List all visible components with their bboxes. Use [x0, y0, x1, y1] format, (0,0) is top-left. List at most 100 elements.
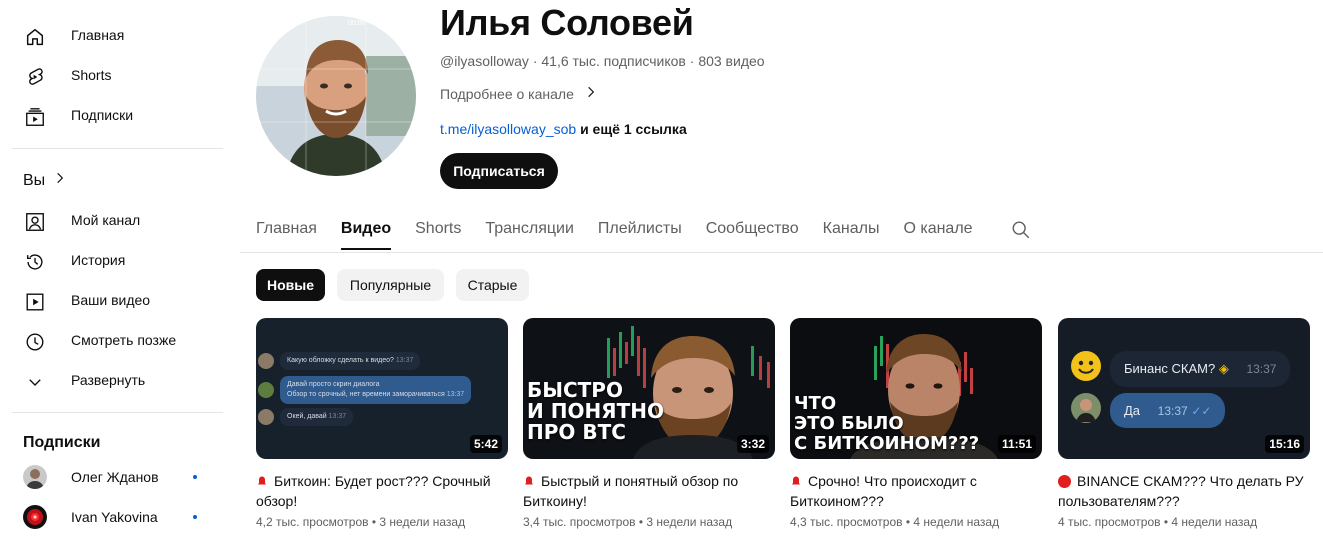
- subscription-label: Ivan Yakovina: [71, 509, 158, 525]
- video-title[interactable]: Срочно! Что происходит с Биткоином???: [790, 471, 1042, 511]
- sidebar-item-label: Смотреть позже: [71, 332, 177, 348]
- sidebar-item-history[interactable]: История: [12, 240, 223, 280]
- subscriptions-icon: [23, 105, 47, 129]
- thumbnail-caption: БЫСТРО И ПОНЯТНО ПРО BTC: [527, 378, 664, 444]
- chip-newest[interactable]: Новые: [256, 269, 325, 301]
- sidebar-item-your-channel[interactable]: Мой канал: [12, 200, 223, 240]
- avatar: [258, 353, 274, 369]
- chip-popular[interactable]: Популярные: [337, 269, 444, 301]
- video-card[interactable]: Какую обложку сделать к видео? 13:37 Дав…: [256, 318, 508, 529]
- channel-meta: @ilyasolloway · 41,6 тыс. подписчиков · …: [440, 53, 765, 69]
- sidebar-item-label: Shorts: [71, 67, 112, 83]
- history-icon: [23, 250, 47, 274]
- sidebar-item-label: История: [71, 252, 126, 268]
- tab-live[interactable]: Трансляции: [485, 210, 574, 250]
- thumbnail-caption: ЧТО ЭТО БЫЛО С БИТКОИНОМ???: [794, 393, 980, 454]
- chevron-down-icon: [23, 370, 47, 394]
- avatar: [23, 465, 47, 489]
- sidebar-item-expand[interactable]: Развернуть: [12, 360, 223, 400]
- smiley-icon: [1070, 350, 1102, 387]
- tab-shorts[interactable]: Shorts: [415, 210, 461, 250]
- subscription-label: Олег Жданов: [71, 469, 159, 485]
- shorts-icon: [23, 65, 47, 89]
- you-header-label: Вы: [23, 171, 46, 189]
- alarm-icon: [790, 472, 802, 485]
- avatar: [23, 505, 47, 529]
- alarm-icon: [523, 472, 535, 485]
- chevron-right-icon: [53, 171, 67, 190]
- video-duration: 5:42: [469, 435, 502, 453]
- video-duration: 15:16: [1265, 435, 1304, 453]
- sidebar-divider: [12, 412, 223, 413]
- video-thumbnail[interactable]: Какую обложку сделать к видео? 13:37 Дав…: [256, 318, 508, 459]
- search-icon[interactable]: [1010, 219, 1034, 243]
- video-duration: 11:51: [997, 435, 1036, 453]
- subscription-item[interactable]: Ivan Yakovina: [12, 497, 223, 537]
- video-count: 803 видео: [698, 53, 765, 69]
- subscriptions-section-header: Подписки: [23, 434, 100, 452]
- tab-community[interactable]: Сообщество: [706, 210, 799, 250]
- more-links-link[interactable]: и ещё 1 ссылка: [580, 121, 687, 137]
- watch-later-icon: [23, 330, 47, 354]
- red-circle-icon: [1058, 475, 1071, 488]
- chat-bubble: Да 13:37 ✓✓: [1110, 393, 1226, 428]
- video-meta: 4 тыс. просмотров • 4 недели назад: [1058, 515, 1258, 529]
- sidebar-item-label: Развернуть: [71, 372, 146, 388]
- tab-videos[interactable]: Видео: [340, 210, 392, 250]
- channel-links: t.me/ilyasolloway_sob и ещё 1 ссылка: [440, 121, 687, 137]
- sidebar-item-label: Ваши видео: [71, 292, 151, 308]
- sidebar-item-watch-later[interactable]: Смотреть позже: [12, 320, 223, 360]
- subscriber-count: 41,6 тыс. подписчиков: [541, 53, 686, 69]
- avatar: [258, 409, 274, 425]
- video-thumbnail[interactable]: БЫСТРО И ПОНЯТНО ПРО BTC 3:32: [523, 318, 775, 459]
- tabs-divider: [240, 252, 1323, 253]
- chat-bubble: Бинанс СКАМ? ◈ 13:37: [1110, 350, 1291, 387]
- you-section-header[interactable]: Вы: [23, 171, 67, 190]
- your-channel-icon: [23, 210, 47, 234]
- video-meta: 4,3 тыс. просмотров • 4 недели назад: [790, 515, 1000, 529]
- alarm-icon: [256, 472, 268, 485]
- more-about-channel-link[interactable]: Подробнее о канале: [440, 85, 598, 102]
- sidebar-item-your-videos[interactable]: Ваши видео: [12, 280, 223, 320]
- video-meta: 3,4 тыс. просмотров • 3 недели назад: [523, 515, 733, 529]
- video-card[interactable]: ЧТО ЭТО БЫЛО С БИТКОИНОМ??? 11:51 Срочно…: [790, 318, 1042, 529]
- sidebar-item-label: Подписки: [71, 107, 134, 123]
- channel-tabs: Главная Видео Shorts Трансляции Плейлист…: [256, 210, 997, 250]
- tab-about[interactable]: О канале: [903, 210, 972, 250]
- video-card[interactable]: БЫСТРО И ПОНЯТНО ПРО BTC 3:32 Быстрый и …: [523, 318, 775, 529]
- subscribe-button[interactable]: Подписаться: [440, 153, 558, 189]
- sidebar-item-label: Главная: [71, 27, 125, 43]
- subscription-item[interactable]: Олег Жданов: [12, 457, 223, 497]
- more-about-label: Подробнее о канале: [440, 85, 574, 102]
- chat-bubble: Какую обложку сделать к видео? 13:37: [280, 352, 421, 370]
- sidebar-item-home[interactable]: Главная: [12, 15, 223, 55]
- chat-bubble: Окей, давай 13:37: [280, 408, 354, 426]
- home-icon: [23, 25, 47, 49]
- channel-name: Илья Соловей: [440, 2, 694, 43]
- video-title[interactable]: Биткоин: Будет рост??? Срочный обзор!: [256, 471, 508, 511]
- new-content-dot: [193, 515, 197, 519]
- video-thumbnail[interactable]: Бинанс СКАМ? ◈ 13:37 Да 13:37 ✓✓ 15:16: [1058, 318, 1310, 459]
- video-thumbnail[interactable]: ЧТО ЭТО БЫЛО С БИТКОИНОМ??? 11:51: [790, 318, 1042, 459]
- tab-playlists[interactable]: Плейлисты: [598, 210, 682, 250]
- chevron-right-icon: [584, 85, 598, 102]
- video-duration: 3:32: [736, 435, 769, 453]
- sidebar-item-shorts[interactable]: Shorts: [12, 55, 223, 95]
- video-title[interactable]: BINANCE СКАМ??? Что делать РУ пользовате…: [1058, 471, 1310, 511]
- chip-oldest[interactable]: Старые: [456, 269, 529, 301]
- telegram-link[interactable]: t.me/ilyasolloway_sob: [440, 121, 576, 137]
- channel-avatar[interactable]: 00:00: [256, 16, 416, 176]
- youtube-channel-page: Главная Shorts Подписки Вы Мой канал Ист…: [0, 0, 1323, 544]
- subscriptions-header-label: Подписки: [23, 434, 101, 451]
- sidebar-item-subscriptions[interactable]: Подписки: [12, 95, 223, 135]
- tab-home[interactable]: Главная: [256, 210, 317, 250]
- tab-channels[interactable]: Каналы: [823, 210, 880, 250]
- video-title[interactable]: Быстрый и понятный обзор по Биткоину!: [523, 471, 775, 511]
- sidebar-item-label: Мой канал: [71, 212, 141, 228]
- video-card[interactable]: Бинанс СКАМ? ◈ 13:37 Да 13:37 ✓✓ 15:16 B…: [1058, 318, 1310, 529]
- your-videos-icon: [23, 290, 47, 314]
- avatar-timestamp: 00:00: [348, 20, 366, 27]
- new-content-dot: [193, 475, 197, 479]
- sidebar: Главная Shorts Подписки Вы Мой канал Ист…: [0, 0, 235, 544]
- chat-bubble: Давай просто скрин диалога Обзор то срочн…: [280, 376, 472, 404]
